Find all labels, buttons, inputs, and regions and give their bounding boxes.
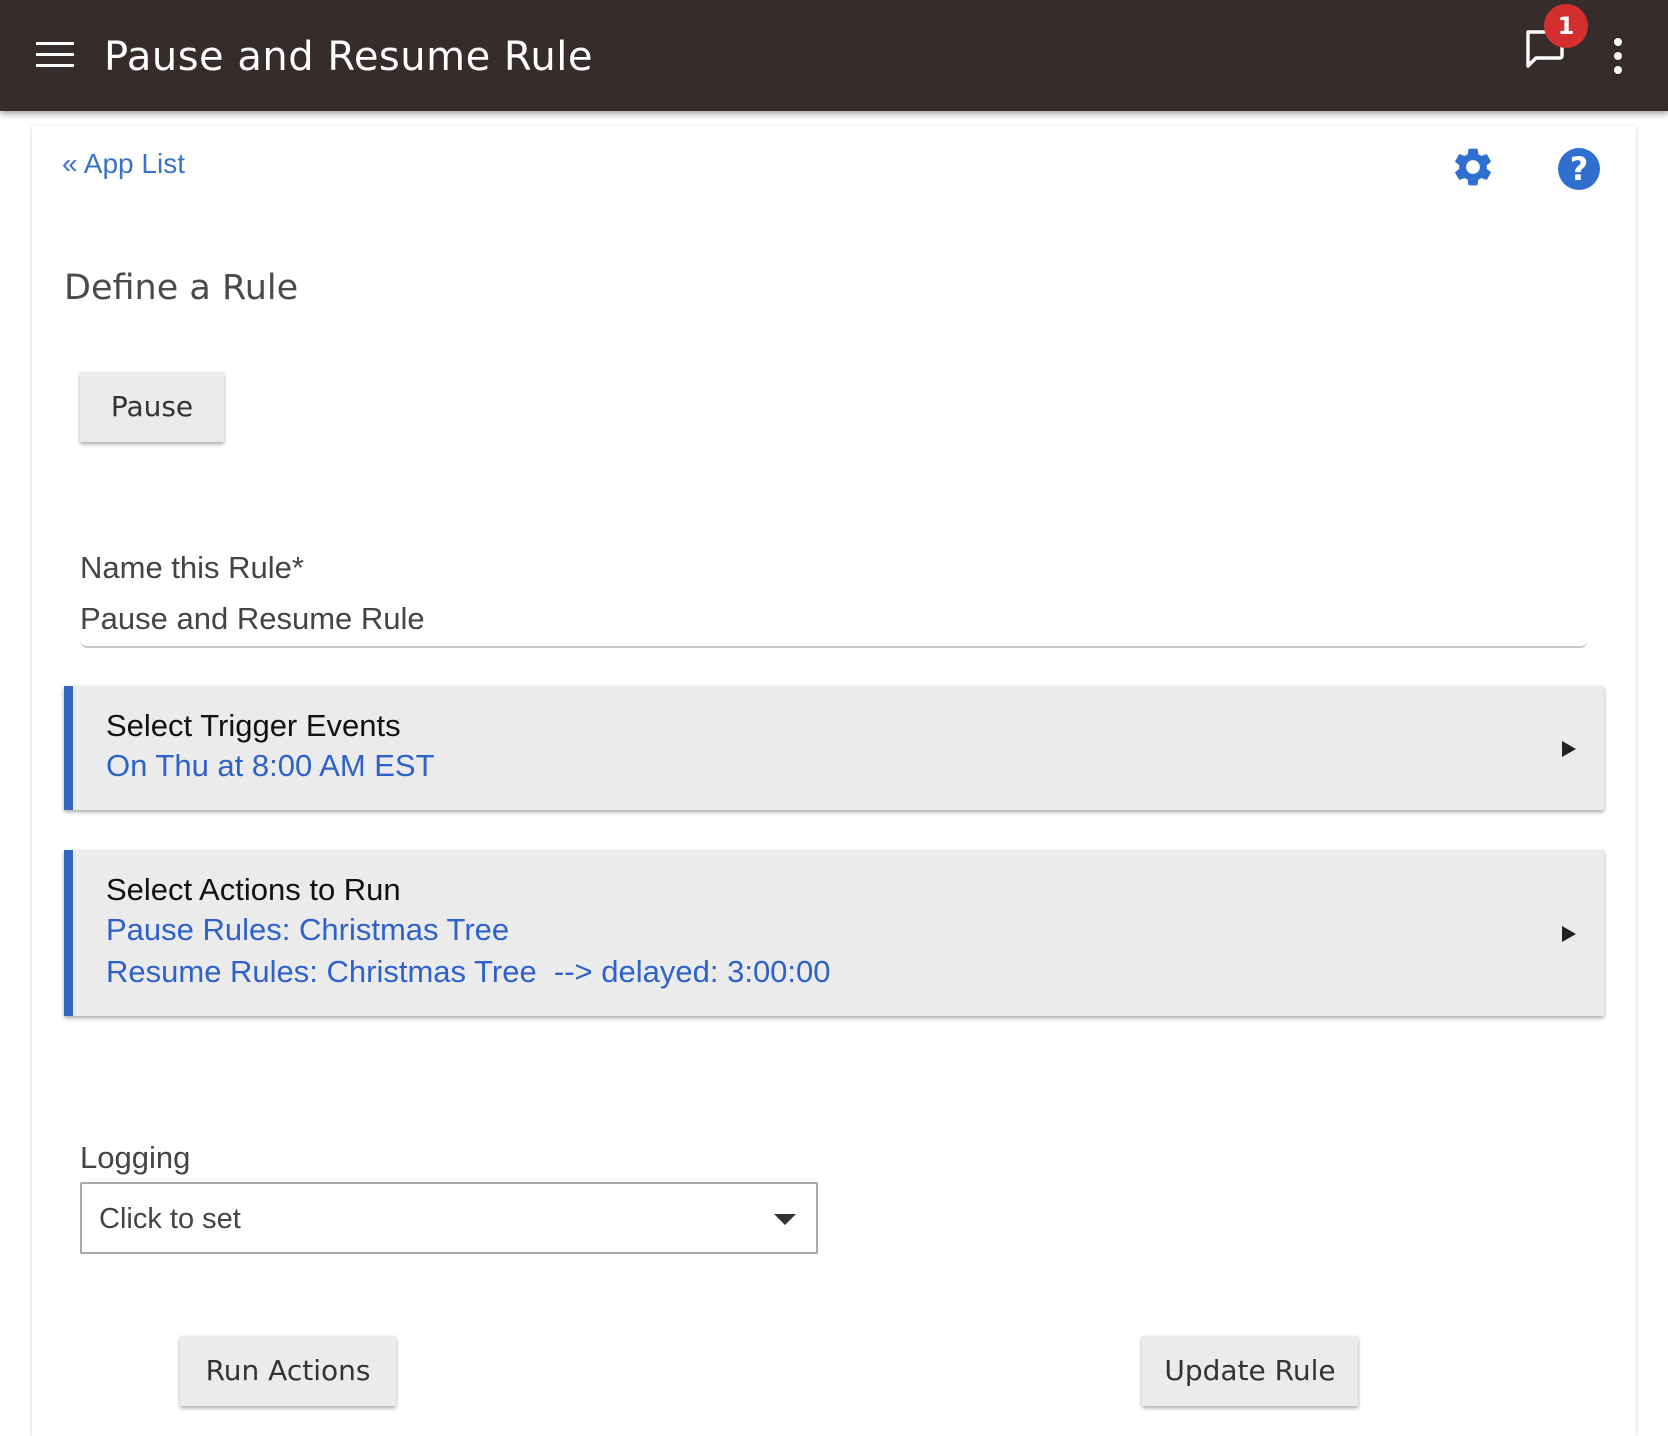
update-rule-button[interactable]: Update Rule <box>1142 1336 1358 1406</box>
name-field-label: Name this Rule* <box>80 550 304 585</box>
app-list-link[interactable]: « App List <box>62 148 185 180</box>
chevron-down-icon <box>774 1214 796 1225</box>
run-actions-button[interactable]: Run Actions <box>180 1336 396 1406</box>
gear-icon[interactable] <box>1450 144 1496 190</box>
actions-section[interactable]: Select Actions to Run Pause Rules: Chris… <box>64 850 1604 1016</box>
actions-section-title: Select Actions to Run <box>106 872 401 907</box>
logging-selected-value: Click to set <box>99 1203 241 1235</box>
main-card: « App List ? Define a Rule Pause Name th… <box>32 126 1636 1436</box>
logging-select[interactable]: Click to set <box>80 1182 818 1254</box>
pause-button[interactable]: Pause <box>80 372 224 442</box>
trigger-section-title: Select Trigger Events <box>106 708 401 743</box>
more-vert-icon[interactable] <box>1606 36 1630 76</box>
notification-badge[interactable]: 1 <box>1544 4 1588 48</box>
play-arrow-icon <box>1562 741 1576 757</box>
trigger-events-section[interactable]: Select Trigger Events On Thu at 8:00 AM … <box>64 686 1604 810</box>
page-heading: Define a Rule <box>64 268 299 308</box>
action-line: Resume Rules: Christmas Tree --> delayed… <box>106 954 831 989</box>
menu-icon[interactable] <box>36 42 76 70</box>
action-line: Pause Rules: Christmas Tree <box>106 912 510 947</box>
trigger-summary: On Thu at 8:00 AM EST <box>106 748 435 783</box>
help-icon[interactable]: ? <box>1558 148 1600 190</box>
rule-name-input[interactable] <box>80 592 1588 648</box>
app-title: Pause and Resume Rule <box>104 34 593 80</box>
play-arrow-icon <box>1562 926 1576 942</box>
app-bar: Pause and Resume Rule 1 <box>0 0 1668 111</box>
logging-label: Logging <box>80 1140 191 1175</box>
